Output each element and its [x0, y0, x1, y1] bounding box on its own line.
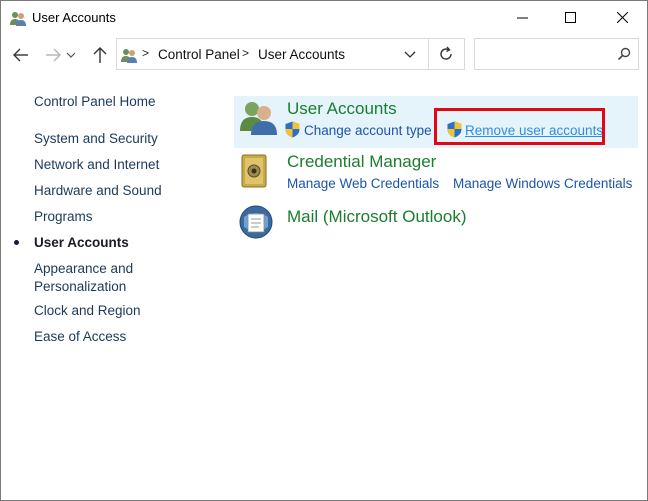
- credential-manager-icon[interactable]: [239, 154, 269, 188]
- credential-manager-title[interactable]: Credential Manager: [287, 152, 436, 172]
- mail-icon[interactable]: [239, 205, 273, 239]
- mail-outlook-title[interactable]: Mail (Microsoft Outlook): [287, 207, 466, 227]
- search-box[interactable]: [474, 38, 639, 70]
- maximize-icon: [565, 12, 576, 23]
- arrow-left-icon[interactable]: [10, 44, 32, 66]
- change-account-type-link[interactable]: Change account type: [304, 123, 432, 138]
- minimize-button[interactable]: [499, 1, 545, 33]
- breadcrumb-separator[interactable]: >: [242, 46, 249, 60]
- user-accounts-title[interactable]: User Accounts: [287, 99, 397, 119]
- nav-ease-of-access[interactable]: Ease of Access: [34, 329, 126, 344]
- recent-locations-icon[interactable]: [65, 49, 77, 61]
- user-accounts-window: User Accounts > Control Panel > User Acc…: [0, 0, 648, 501]
- manage-web-credentials-link[interactable]: Manage Web Credentials: [287, 176, 439, 191]
- nav-user-accounts[interactable]: User Accounts: [34, 235, 129, 250]
- breadcrumb-control-panel[interactable]: Control Panel: [158, 47, 240, 62]
- active-item-bullet: [14, 240, 19, 245]
- minimize-icon: [517, 17, 528, 19]
- nav-system-and-security[interactable]: System and Security: [34, 131, 158, 146]
- chevron-down-icon[interactable]: [403, 49, 417, 61]
- window-title: User Accounts: [32, 10, 116, 25]
- nav-appearance-and-personalization-line2[interactable]: Personalization: [34, 279, 126, 294]
- breadcrumb-separator[interactable]: >: [142, 46, 149, 60]
- user-accounts-icon[interactable]: [239, 99, 277, 135]
- nav-network-and-internet[interactable]: Network and Internet: [34, 157, 159, 172]
- users-icon: [10, 12, 26, 26]
- search-input[interactable]: [479, 43, 613, 67]
- arrow-up-icon[interactable]: [89, 44, 111, 66]
- nav-hardware-and-sound[interactable]: Hardware and Sound: [34, 183, 162, 198]
- breadcrumb-user-accounts[interactable]: User Accounts: [258, 47, 345, 62]
- manage-windows-credentials-link[interactable]: Manage Windows Credentials: [453, 176, 632, 191]
- highlight-box: [434, 108, 605, 145]
- arrow-right-icon[interactable]: [42, 44, 64, 66]
- maximize-button[interactable]: [547, 1, 593, 33]
- close-icon: [617, 12, 628, 23]
- users-icon: [121, 49, 137, 63]
- nav-clock-and-region[interactable]: Clock and Region: [34, 303, 141, 318]
- title-bar: User Accounts: [1, 1, 647, 33]
- address-bar[interactable]: > Control Panel > User Accounts: [116, 38, 465, 70]
- uac-shield-icon: [285, 121, 300, 138]
- refresh-icon[interactable]: [438, 46, 454, 62]
- control-panel-home-link[interactable]: Control Panel Home: [34, 94, 156, 109]
- nav-programs[interactable]: Programs: [34, 209, 93, 224]
- address-divider: [428, 39, 429, 69]
- close-button[interactable]: [599, 1, 645, 33]
- nav-appearance-and-personalization[interactable]: Appearance and: [34, 261, 133, 276]
- search-icon[interactable]: [617, 47, 631, 61]
